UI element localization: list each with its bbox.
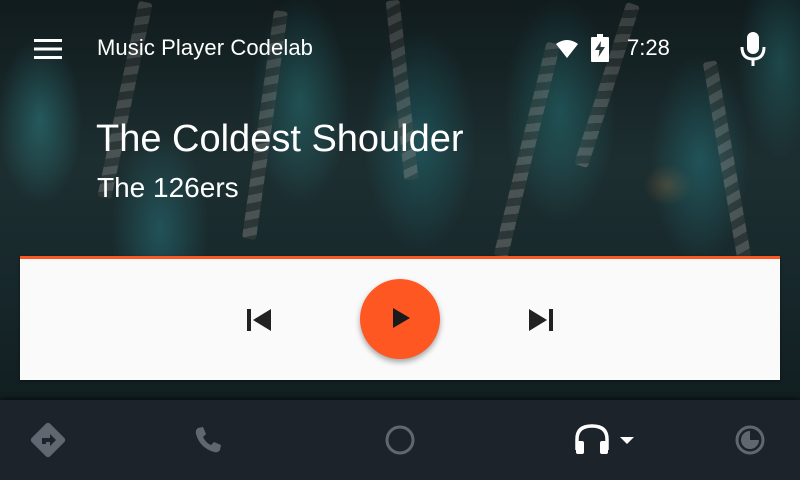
play-icon <box>393 308 410 328</box>
track-artist: The 126ers <box>97 172 239 203</box>
headphones-icon <box>575 424 634 454</box>
play-button[interactable] <box>360 279 440 359</box>
overview-icon <box>735 425 765 455</box>
nav-item-media[interactable] <box>568 420 640 460</box>
android-auto-screen: Music Player Codelab 7:28 The Coldest Sh… <box>0 0 800 480</box>
top-app-bar: Music Player Codelab 7:28 <box>0 0 800 96</box>
bottom-navigation-bar <box>0 400 800 480</box>
voice-search-button[interactable] <box>736 30 770 68</box>
navigation-icon <box>30 422 66 458</box>
phone-icon <box>195 427 221 453</box>
wifi-icon <box>556 40 578 58</box>
menu-icon <box>34 39 62 59</box>
skip-next-icon <box>529 309 553 331</box>
skip-previous-icon <box>247 309 271 331</box>
microphone-icon <box>740 32 766 66</box>
nav-item-phone[interactable] <box>188 420 228 460</box>
battery-charging-icon <box>591 34 609 62</box>
nav-item-navigation[interactable] <box>28 420 68 460</box>
home-circle-icon <box>385 425 415 455</box>
status-clock: 7:28 <box>627 35 670 60</box>
nav-item-home[interactable] <box>380 420 420 460</box>
nav-item-overview[interactable] <box>730 420 770 460</box>
track-title: The Coldest Shoulder <box>96 118 464 160</box>
playback-controls-card <box>20 256 780 380</box>
menu-button[interactable] <box>30 32 66 66</box>
app-title: Music Player Codelab <box>97 35 313 60</box>
skip-previous-button[interactable] <box>242 303 276 337</box>
skip-next-button[interactable] <box>524 303 558 337</box>
